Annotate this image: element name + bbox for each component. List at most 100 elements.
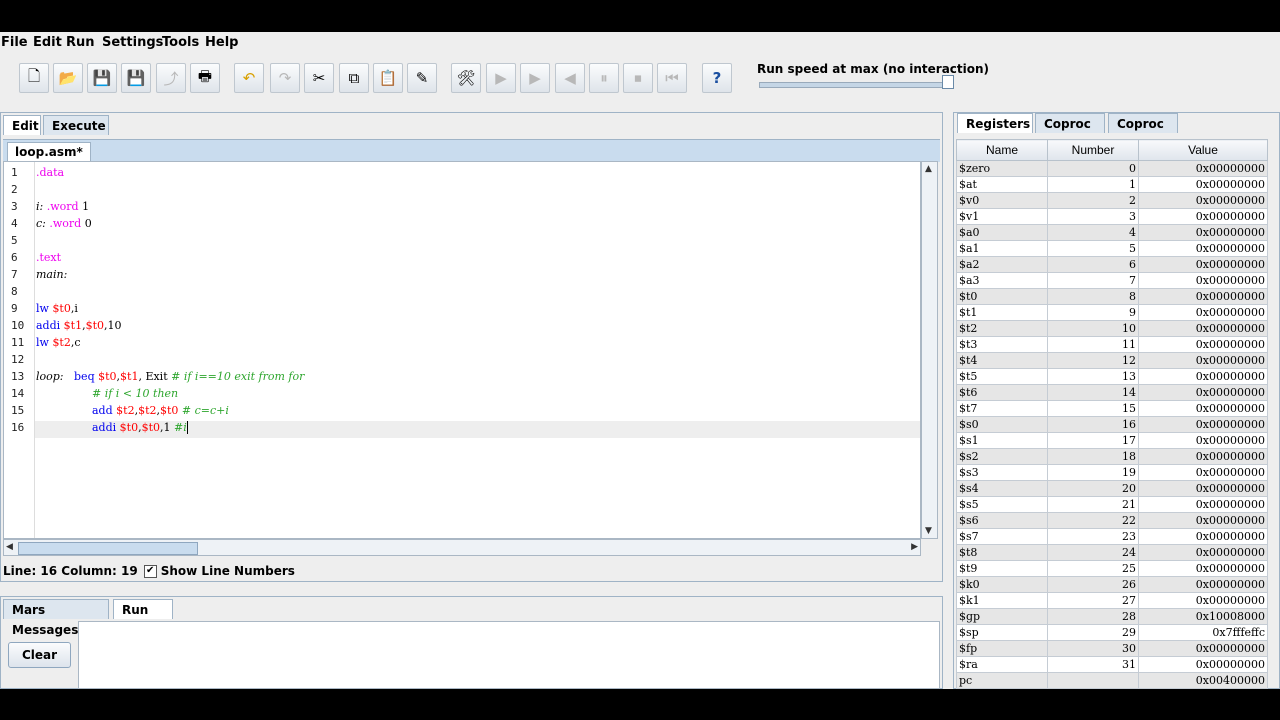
register-row[interactable]: $ra 31 0x00000000 [956, 656, 1268, 673]
show-line-numbers-checkbox[interactable]: ✔ [143, 565, 157, 578]
menu-file[interactable]: File [1, 35, 28, 50]
scroll-down-icon[interactable]: ▼ [925, 526, 932, 536]
register-row[interactable]: $s6 22 0x00000000 [956, 512, 1268, 529]
register-row[interactable]: $t0 8 0x00000000 [956, 288, 1268, 305]
register-row[interactable]: $a2 6 0x00000000 [956, 256, 1268, 273]
column-header-name[interactable]: Name [956, 139, 1048, 161]
menu-edit[interactable]: Edit [33, 35, 62, 50]
menu-settings[interactable]: Settings [102, 35, 163, 50]
print-icon[interactable]: 🖶 [190, 63, 220, 93]
menu-help[interactable]: Help [205, 35, 238, 50]
menu-tools[interactable]: Tools [162, 35, 199, 50]
register-row[interactable]: $s3 19 0x00000000 [956, 464, 1268, 481]
editor-horizontal-scrollbar[interactable]: ◀ ▶ [3, 539, 921, 556]
register-row[interactable]: $t4 12 0x00000000 [956, 352, 1268, 369]
reset-icon[interactable]: ⏮ [657, 63, 687, 93]
menu-run[interactable]: Run [66, 35, 95, 50]
undo-icon[interactable]: ↶ [234, 63, 264, 93]
register-row[interactable]: $a3 7 0x00000000 [956, 272, 1268, 289]
register-name: $t8 [956, 544, 1048, 561]
stop-icon[interactable]: ⏹ [623, 63, 653, 93]
line-number: 3 [11, 200, 18, 213]
run-icon[interactable]: ▶ [486, 63, 516, 93]
cut-icon[interactable]: ✂ [304, 63, 334, 93]
assemble-icon[interactable]: 🛠 [451, 63, 481, 93]
dump-memory-icon[interactable]: ⤴ [156, 63, 186, 93]
run-speed-slider[interactable] [759, 75, 954, 89]
scrollbar-thumb[interactable] [18, 542, 198, 555]
register-number: 23 [1047, 528, 1139, 545]
register-row[interactable]: $t1 9 0x00000000 [956, 304, 1268, 321]
register-row[interactable]: $s2 18 0x00000000 [956, 448, 1268, 465]
register-row[interactable]: $s4 20 0x00000000 [956, 480, 1268, 497]
register-row[interactable]: $sp 29 0x7fffeffc [956, 624, 1268, 641]
help-icon[interactable]: ? [702, 63, 732, 93]
code-token: $t0 [98, 370, 117, 383]
copy-icon[interactable]: ⧉ [339, 63, 369, 93]
code-token: add [92, 404, 113, 417]
register-number: 18 [1047, 448, 1139, 465]
step-back-icon[interactable]: ◀ [555, 63, 585, 93]
register-row[interactable]: $zero 0 0x00000000 [956, 160, 1268, 177]
register-name: $s0 [956, 416, 1048, 433]
register-row[interactable]: $a0 4 0x00000000 [956, 224, 1268, 241]
register-row[interactable]: $gp 28 0x10008000 [956, 608, 1268, 625]
open-file-icon[interactable]: 📂 [53, 63, 83, 93]
file-tab-loop-asm[interactable]: loop.asm* [7, 142, 91, 162]
register-row[interactable]: $t9 25 0x00000000 [956, 560, 1268, 577]
scroll-up-icon[interactable]: ▲ [925, 164, 932, 174]
tab-mars-messages[interactable]: Mars Messages [3, 599, 109, 637]
redo-icon[interactable]: ↷ [270, 63, 300, 93]
tab-coproc-1[interactable]: Coproc 1 [1035, 113, 1105, 151]
register-row[interactable]: pc 0x00400000 [956, 672, 1268, 689]
editor-vertical-scrollbar[interactable]: ▲ ▼ [921, 161, 938, 539]
step-icon[interactable]: ▶ [520, 63, 550, 93]
scroll-right-icon[interactable]: ▶ [911, 542, 918, 552]
pause-icon[interactable]: ⏸ [589, 63, 619, 93]
register-number: 26 [1047, 576, 1139, 593]
register-row[interactable]: $k1 27 0x00000000 [956, 592, 1268, 609]
register-row[interactable]: $t7 15 0x00000000 [956, 400, 1268, 417]
tab-registers[interactable]: Registers [957, 113, 1033, 133]
register-row[interactable]: $t8 24 0x00000000 [956, 544, 1268, 561]
register-row[interactable]: $at 1 0x00000000 [956, 176, 1268, 193]
scroll-left-icon[interactable]: ◀ [6, 542, 13, 552]
register-name: $at [956, 176, 1048, 193]
register-row[interactable]: $v1 3 0x00000000 [956, 208, 1268, 225]
code-token: # if i < 10 then [92, 387, 179, 400]
column-header-value[interactable]: Value [1138, 139, 1268, 161]
save-as-icon[interactable]: 💾 [121, 63, 151, 93]
register-row[interactable]: $t3 11 0x00000000 [956, 336, 1268, 353]
column-header-number[interactable]: Number [1047, 139, 1139, 161]
find-replace-icon[interactable]: ✎ [407, 63, 437, 93]
tab-run-io[interactable]: Run I/O [113, 599, 173, 637]
tab-edit[interactable]: Edit [3, 115, 41, 135]
register-row[interactable]: $s1 17 0x00000000 [956, 432, 1268, 449]
run-io-output[interactable] [78, 621, 940, 689]
code-editor[interactable]: 1 2 3 4 5 6 7 8 9 10 11 12 13 14 15 16 .… [3, 161, 921, 539]
messages-panel: Mars Messages Run I/O Clear [0, 596, 943, 689]
tab-execute[interactable]: Execute [43, 115, 109, 135]
register-name: $t3 [956, 336, 1048, 353]
register-row[interactable]: $k0 26 0x00000000 [956, 576, 1268, 593]
register-row[interactable]: $s5 21 0x00000000 [956, 496, 1268, 513]
code-token: ,10 [104, 319, 122, 332]
register-row[interactable]: $a1 5 0x00000000 [956, 240, 1268, 257]
register-row[interactable]: $fp 30 0x00000000 [956, 640, 1268, 657]
paste-icon[interactable]: 📋 [373, 63, 403, 93]
code-token: # c=c+i [181, 404, 229, 417]
register-row[interactable]: $v0 2 0x00000000 [956, 192, 1268, 209]
tab-coproc-0[interactable]: Coproc 0 [1108, 113, 1178, 151]
register-row[interactable]: $t6 14 0x00000000 [956, 384, 1268, 401]
register-row[interactable]: $t2 10 0x00000000 [956, 320, 1268, 337]
register-row[interactable]: $s7 23 0x00000000 [956, 528, 1268, 545]
save-file-icon[interactable]: 💾 [87, 63, 117, 93]
code-token: ,1 [160, 421, 171, 434]
register-row[interactable]: $s0 16 0x00000000 [956, 416, 1268, 433]
register-number: 6 [1047, 256, 1139, 273]
slider-thumb[interactable] [942, 75, 954, 89]
register-name: $fp [956, 640, 1048, 657]
clear-button[interactable]: Clear [8, 642, 71, 668]
new-file-icon[interactable]: 🗋 [19, 63, 49, 93]
register-row[interactable]: $t5 13 0x00000000 [956, 368, 1268, 385]
